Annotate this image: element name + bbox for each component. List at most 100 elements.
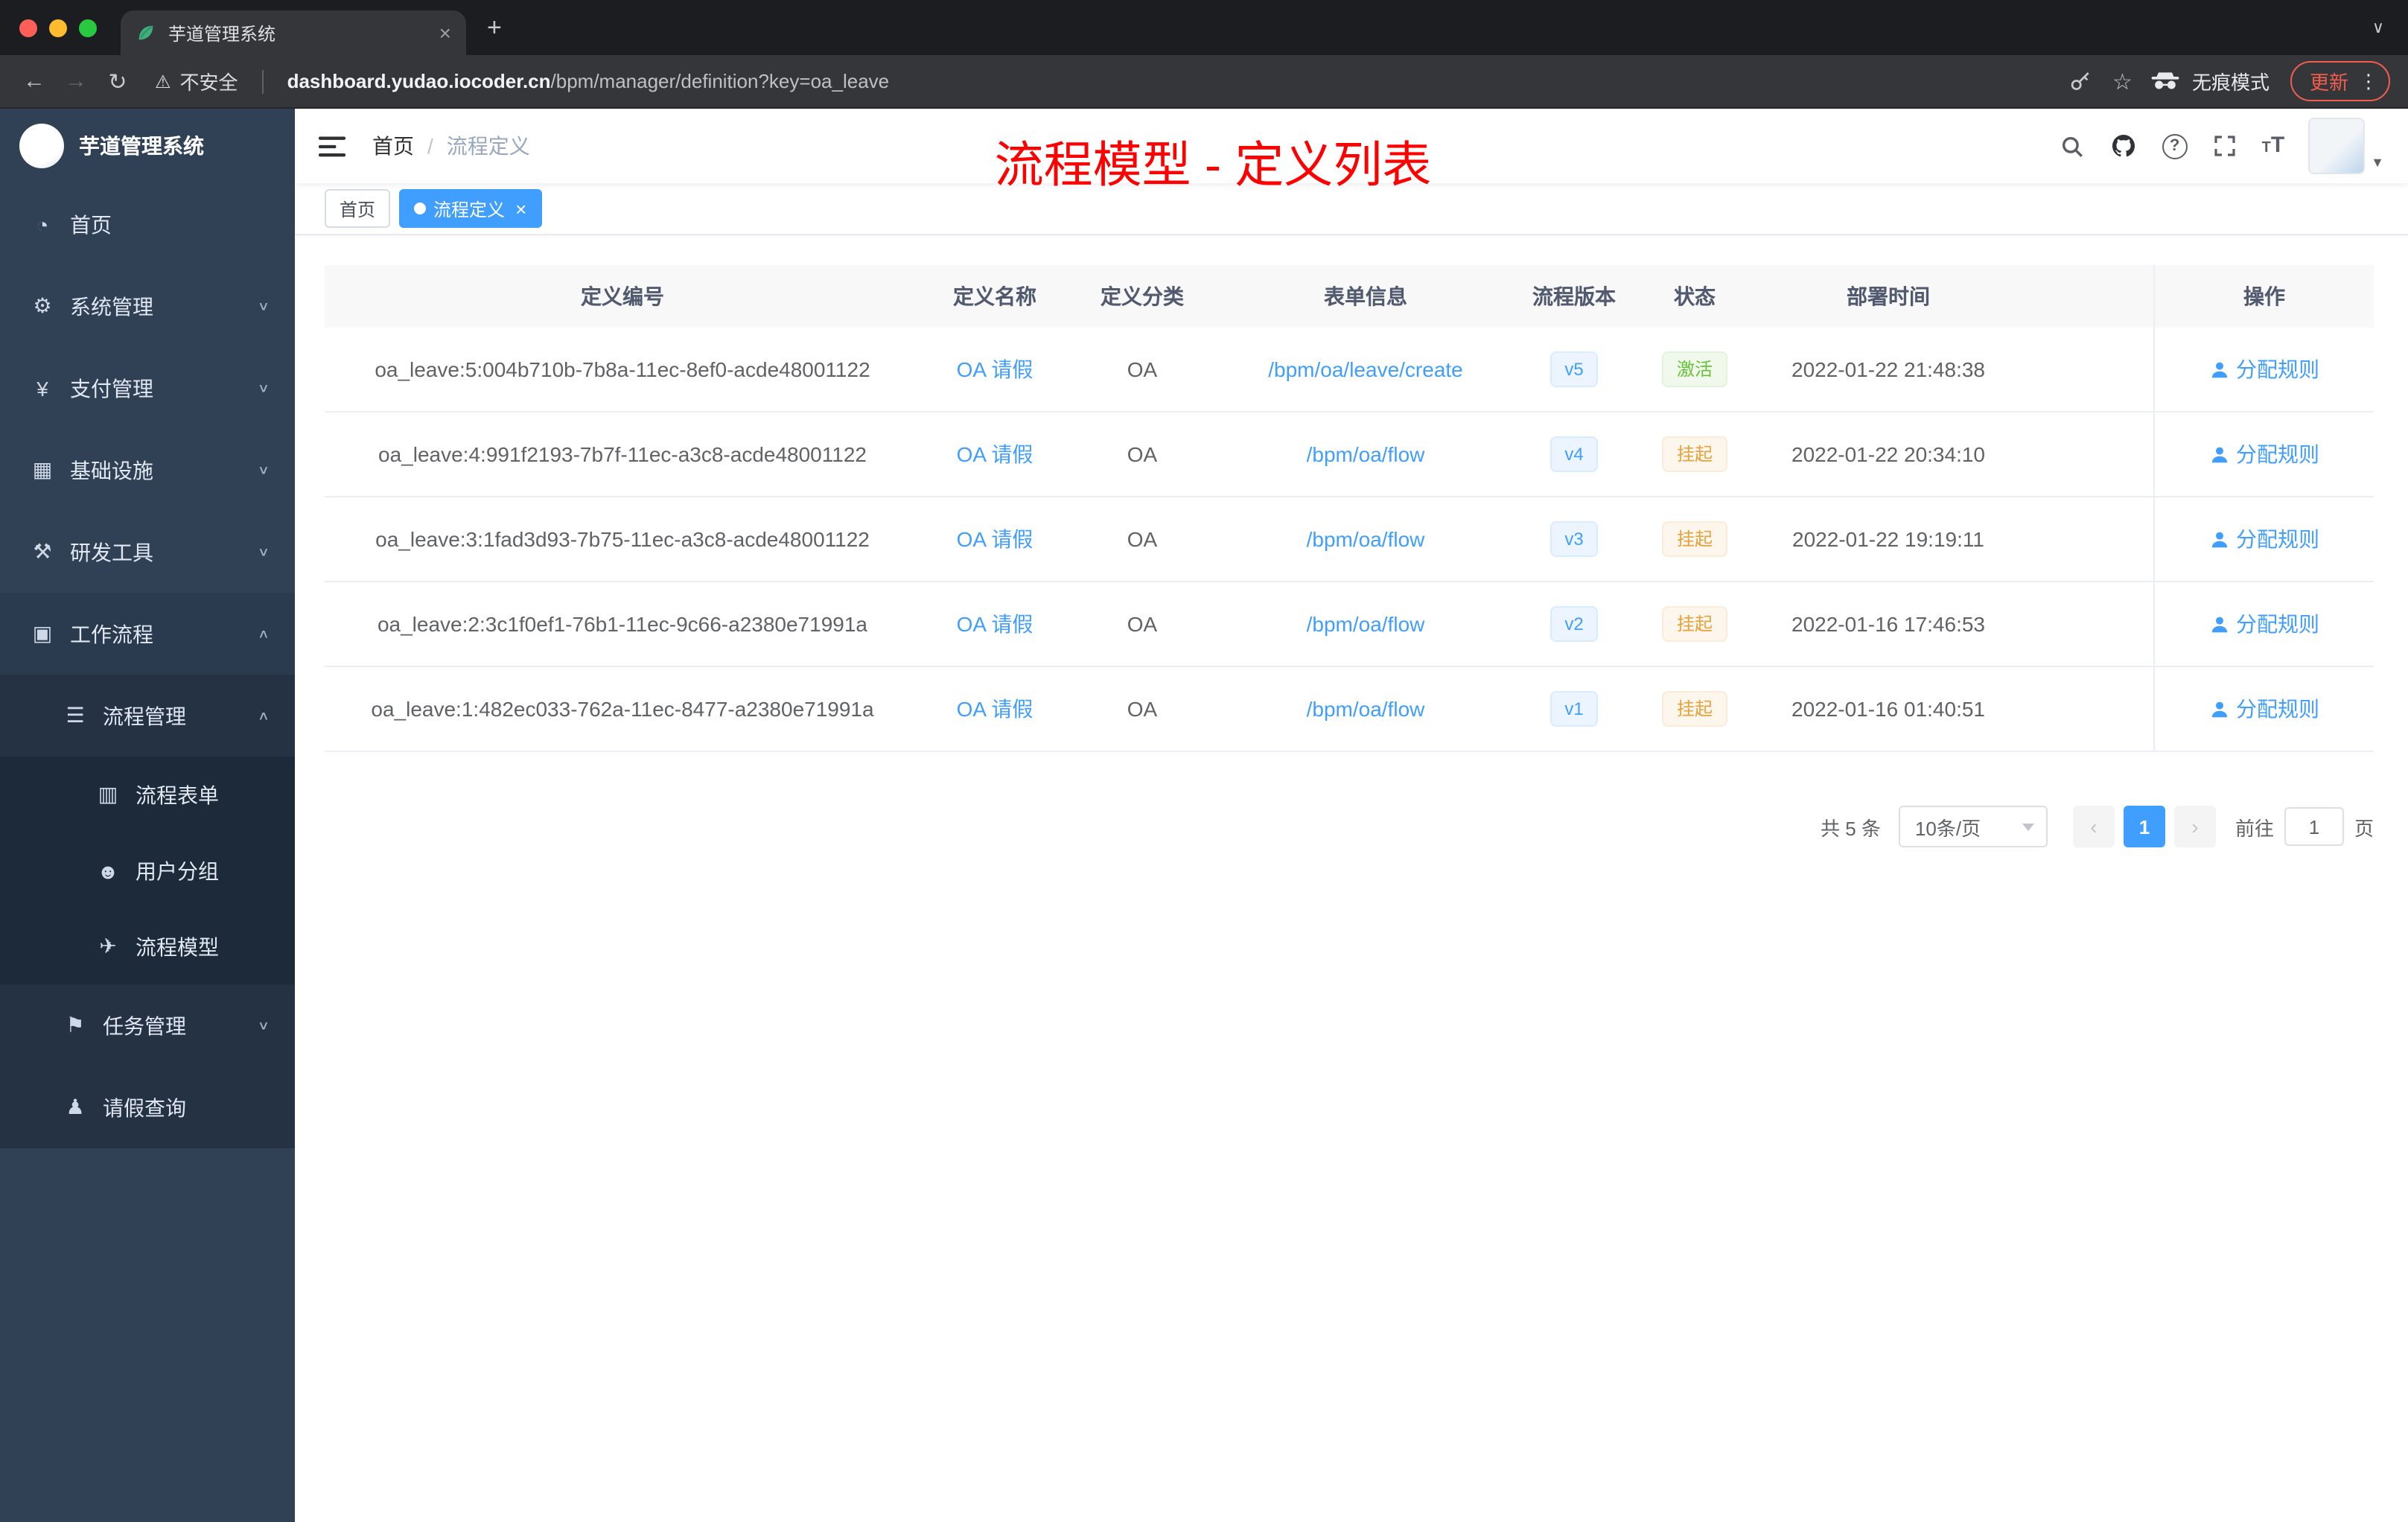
close-window-button[interactable] <box>19 19 37 36</box>
sidebar-item-0[interactable]: ◔ 首页 <box>0 183 295 265</box>
incognito-label: 无痕模式 <box>2191 71 2270 94</box>
definition-name-link[interactable]: OA 请假 <box>957 609 1033 639</box>
tag-0[interactable]: 首页 <box>325 189 391 228</box>
assign-rule-link[interactable]: 分配规则 <box>2209 524 2319 554</box>
sidebar-item-4[interactable]: ⚒ 研发工具 ∨ <box>0 511 295 593</box>
sidebar-item-11[interactable]: ♟ 请假查询 <box>0 1066 295 1148</box>
minimize-window-button[interactable] <box>49 19 67 36</box>
browser-update-button[interactable]: 更新 ⋮ <box>2290 61 2390 101</box>
sidebar-item-1[interactable]: ⚙ 系统管理 ∨ <box>0 265 295 347</box>
main-area: 首页 / 流程定义 ? TT ▼ 流程模型 - 定义列表 首页 流程定义 × 定义编号… <box>295 109 2408 1522</box>
form-info-link[interactable]: /bpm/oa/flow <box>1307 442 1425 466</box>
sidebar-item-5[interactable]: ▣ 工作流程 ∧ <box>0 593 295 675</box>
fullscreen-icon[interactable] <box>2213 134 2237 158</box>
forward-button[interactable]: → <box>60 69 92 94</box>
incognito-badge: 无痕模式 <box>2150 67 2270 95</box>
sidebar-logo[interactable]: 芋道管理系统 <box>0 109 295 183</box>
action-cell: 分配规则 <box>2153 328 2374 411</box>
breadcrumb-home[interactable]: 首页 <box>372 131 414 161</box>
sidebar-item-6[interactable]: ☰ 流程管理 ∧ <box>0 675 295 757</box>
user-menu[interactable]: ▼ <box>2308 118 2384 174</box>
definition-name-cell: OA 请假 <box>920 413 1069 496</box>
definition-name-link[interactable]: OA 请假 <box>957 354 1033 384</box>
tab-title: 芋道管理系统 <box>168 23 276 44</box>
column-header-spacer <box>2019 265 2153 328</box>
form-info-link[interactable]: /bpm/oa/flow <box>1307 527 1425 551</box>
sidebar-item-7[interactable]: ▥ 流程表单 <box>0 757 295 832</box>
definition-name-link[interactable]: OA 请假 <box>957 439 1033 469</box>
close-tab-icon[interactable]: × <box>439 22 451 43</box>
definition-name-link[interactable]: OA 请假 <box>957 524 1033 554</box>
screen: 芋道管理系统 × + ∨ ← → ↻ ⚠ 不安全 dashboard.yudao… <box>0 0 2408 1522</box>
assign-rule-link[interactable]: 分配规则 <box>2209 609 2319 639</box>
github-icon[interactable] <box>2110 133 2137 159</box>
page-number-button[interactable]: 1 <box>2123 806 2165 847</box>
sidebar-item-9[interactable]: ✈ 流程模型 <box>0 908 295 984</box>
search-icon[interactable] <box>2060 133 2085 159</box>
sidebar-item-10[interactable]: ⚑ 任务管理 ∨ <box>0 984 295 1066</box>
browser-menu-icon[interactable]: ⋮ <box>2359 69 2378 93</box>
sidebar-toggle-icon[interactable] <box>319 135 345 157</box>
address-bar[interactable]: dashboard.yudao.iocoder.cn/bpm/manager/d… <box>287 70 2044 92</box>
security-label: 不安全 <box>179 71 238 94</box>
assign-rule-link[interactable]: 分配规则 <box>2209 694 2319 724</box>
page-unit-label: 页 <box>2354 817 2374 839</box>
definition-name-cell: OA 请假 <box>920 667 1069 751</box>
sidebar-item-3[interactable]: ▦ 基础设施 ∨ <box>0 429 295 511</box>
definition-category-cell: OA <box>1127 442 1158 466</box>
avatar <box>2308 118 2366 174</box>
definition-name-link[interactable]: OA 请假 <box>957 694 1033 724</box>
new-tab-button[interactable]: + <box>487 15 502 40</box>
sidebar-menu: ◔ 首页 ⚙ 系统管理 ∨ ¥ 支付管理 ∨ ▦ 基础设施 ∨ ⚒ 研发工具 ∨ ▣ 工作流程 ∧ ☰ 流程管理 ∧ ▥… <box>0 183 295 1148</box>
form-info-link[interactable]: /bpm/oa/leave/create <box>1268 357 1463 381</box>
row-spacer <box>2019 497 2153 581</box>
sidebar-item-label: 首页 <box>70 212 112 236</box>
tag-1[interactable]: 流程定义 × <box>399 189 542 228</box>
reload-button[interactable]: ↻ <box>101 68 134 95</box>
table-row: oa_leave:5:004b710b-7b8a-11ec-8ef0-acde4… <box>325 328 2374 413</box>
version-cell: v4 <box>1516 413 1632 496</box>
assign-rule-link[interactable]: 分配规则 <box>2209 354 2319 384</box>
process-manage-icon: ☰ <box>66 703 85 727</box>
page-size-select[interactable]: 10条/页 <box>1898 806 2048 847</box>
form-info-link[interactable]: /bpm/oa/flow <box>1307 612 1425 636</box>
goto-page-input[interactable] <box>2284 807 2344 846</box>
row-spacer <box>2019 582 2153 666</box>
payment-icon: ¥ <box>36 376 48 400</box>
zoom-window-button[interactable] <box>79 19 97 36</box>
assign-rule-label: 分配规则 <box>2236 527 2319 551</box>
version-tag: v5 <box>1549 351 1599 387</box>
definition-category-cell: OA <box>1127 527 1158 551</box>
sidebar-item-8[interactable]: ☻ 用户分组 <box>0 832 295 908</box>
assign-rule-link[interactable]: 分配规则 <box>2209 439 2319 469</box>
form-info-cell: /bpm/oa/flow <box>1215 497 1516 581</box>
next-page-button[interactable]: › <box>2173 806 2216 847</box>
url-host: dashboard.yudao.iocoder.cn <box>287 70 551 92</box>
browser-tab[interactable]: 芋道管理系统 × <box>121 10 466 55</box>
question-icon[interactable]: ? <box>2162 133 2188 159</box>
close-icon[interactable]: × <box>515 199 526 218</box>
infrastructure-icon: ▦ <box>32 457 53 481</box>
chevron-down-icon: ∨ <box>257 545 270 559</box>
back-button[interactable]: ← <box>18 69 51 94</box>
assign-rule-label: 分配规则 <box>2236 357 2319 381</box>
page-size-value: 10条/页 <box>1914 817 1981 839</box>
status-cell: 挂起 <box>1632 667 1757 751</box>
version-tag: v1 <box>1549 691 1599 727</box>
password-key-icon[interactable] <box>2068 69 2092 93</box>
sidebar-item-label: 流程表单 <box>136 783 219 806</box>
security-chip[interactable]: ⚠ 不安全 <box>155 67 238 95</box>
prev-page-button[interactable]: ‹ <box>2072 806 2115 847</box>
bookmark-star-icon[interactable]: ☆ <box>2112 68 2133 95</box>
font-size-icon[interactable]: TT <box>2262 133 2285 159</box>
version-tag: v3 <box>1549 521 1599 557</box>
navbar-icons: ? TT <box>2060 133 2285 159</box>
tab-search-icon[interactable]: ∨ <box>2372 18 2384 37</box>
sidebar-item-2[interactable]: ¥ 支付管理 ∨ <box>0 347 295 429</box>
chevron-down-icon: ∨ <box>257 1019 270 1033</box>
chevron-up-icon: ∧ <box>257 627 270 641</box>
table-header: 定义编号 定义名称 定义分类 表单信息 流程版本 状态 部署时间 操作 <box>325 265 2374 328</box>
breadcrumb: 首页 / 流程定义 <box>372 131 530 161</box>
version-tag: v4 <box>1549 436 1599 472</box>
form-info-link[interactable]: /bpm/oa/flow <box>1307 697 1425 721</box>
